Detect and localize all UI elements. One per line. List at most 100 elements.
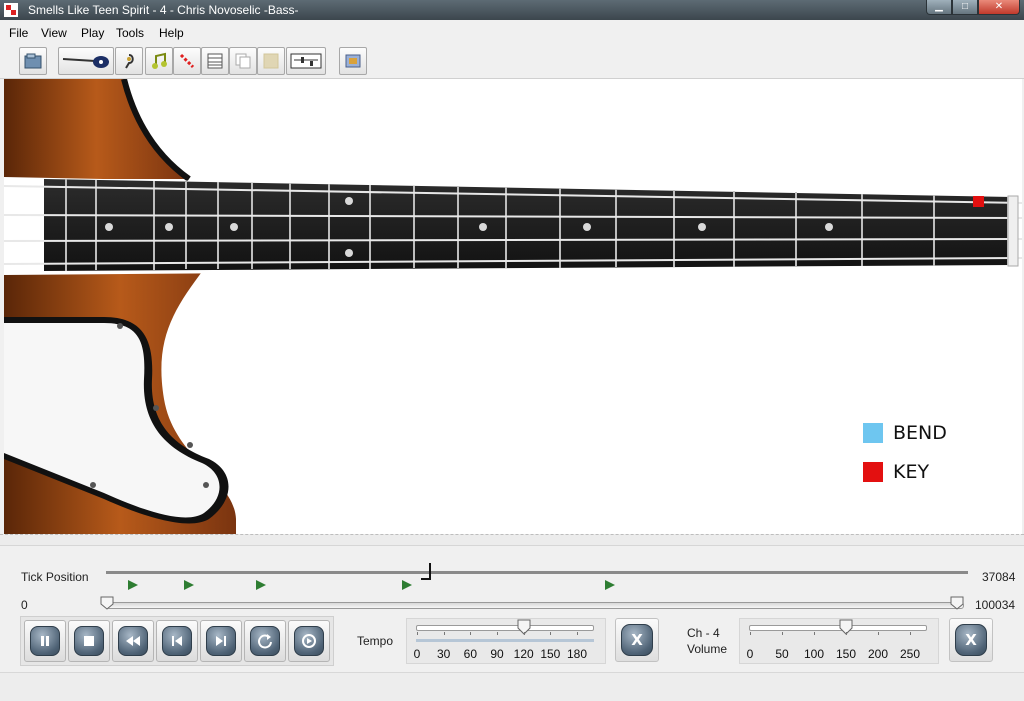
open-icon <box>24 53 42 69</box>
volume-tick-label: 100 <box>803 647 825 661</box>
window-title: Smells Like Teen Spirit - 4 - Chris Novo… <box>28 3 299 17</box>
tempo-slider[interactable]: 0 30 60 90 120 150 180 <box>406 618 606 664</box>
menu-play[interactable]: Play <box>81 26 104 40</box>
bend-label: BEND <box>893 422 947 444</box>
position-range-end-thumb[interactable] <box>950 596 964 610</box>
key-note-marker <box>973 196 984 207</box>
loop-button[interactable] <box>244 620 286 662</box>
stop-icon <box>84 636 94 646</box>
previous-icon <box>172 636 182 646</box>
menu-bar: File View Play Tools Help <box>0 22 1024 44</box>
position-slider[interactable] <box>106 602 964 609</box>
tempo-tick-mark <box>443 632 445 635</box>
window-controls: ▁ □ ✕ <box>926 0 1020 16</box>
volume-tick-mark <box>846 632 847 635</box>
beat-marker <box>256 580 266 590</box>
tempo-track <box>416 625 594 631</box>
record-icon <box>302 634 316 648</box>
volume-tick-label: 150 <box>835 647 857 661</box>
tempo-tick-mark <box>470 632 472 635</box>
beat-marker <box>128 580 138 590</box>
next-icon <box>216 636 226 646</box>
legend-bend: BEND <box>863 422 947 444</box>
pause-button[interactable] <box>24 620 66 662</box>
tempo-tick-label: 180 <box>566 647 588 661</box>
note-button[interactable] <box>145 47 173 75</box>
menu-view[interactable]: View <box>41 26 67 40</box>
tick-track <box>106 571 968 574</box>
blank-button[interactable] <box>257 47 285 75</box>
menu-file[interactable]: File <box>9 26 28 40</box>
volume-tick-label: 200 <box>867 647 889 661</box>
title-bar: Smells Like Teen Spirit - 4 - Chris Novo… <box>0 0 1024 20</box>
tempo-tick-mark <box>550 632 552 635</box>
settings-button[interactable] <box>339 47 367 75</box>
tempo-tick-label: 30 <box>436 647 451 661</box>
volume-track <box>749 625 927 631</box>
beat-marker <box>605 580 615 590</box>
tempo-tick-mark <box>577 632 578 635</box>
position-range-start-thumb[interactable] <box>100 596 114 610</box>
menu-tools[interactable]: Tools <box>116 26 144 40</box>
volume-tick-label: 250 <box>899 647 921 661</box>
key-label: KEY <box>893 461 930 483</box>
volume-tick-mark <box>878 632 879 635</box>
minimize-button[interactable]: ▁ <box>926 0 952 15</box>
blank-icon <box>263 53 279 69</box>
tuning-button[interactable] <box>115 47 143 75</box>
volume-tick-label: 50 <box>775 647 789 661</box>
volume-tick-mark <box>750 632 751 635</box>
splitter[interactable] <box>0 534 1024 546</box>
open-button[interactable] <box>19 47 47 75</box>
close-button[interactable]: ✕ <box>978 0 1020 15</box>
instrument-button[interactable] <box>58 47 114 75</box>
record-button[interactable] <box>288 620 330 662</box>
tick-value: 37084 <box>982 570 1016 584</box>
note-icon <box>152 52 167 69</box>
toolbar <box>0 44 1024 79</box>
volume-tick-mark <box>782 632 783 635</box>
tempo-tick-label: 90 <box>490 647 504 661</box>
grid-icon <box>207 53 223 69</box>
volume-reset-label: X <box>955 624 987 656</box>
menu-help[interactable]: Help <box>159 26 184 40</box>
tempo-tick-label: 0 <box>413 647 421 661</box>
volume-tick-mark <box>814 632 815 635</box>
bass-guitar-icon <box>62 56 109 68</box>
tempo-reset-label: X <box>621 624 653 656</box>
tempo-tick-mark <box>417 632 418 635</box>
piano-roll-button[interactable] <box>173 47 201 75</box>
loop-icon <box>258 634 272 649</box>
volume-slider[interactable]: 0 50 100 150 200 250 <box>739 618 939 664</box>
copy-button[interactable] <box>229 47 257 75</box>
tempo-tick-label: 150 <box>540 647 561 661</box>
mixer-button[interactable] <box>286 47 326 75</box>
piano-roll-icon <box>179 53 195 69</box>
tick-position-label: Tick Position <box>21 570 89 584</box>
key-swatch <box>863 462 883 482</box>
position-end: 100034 <box>975 598 1016 612</box>
pause-icon <box>41 636 49 646</box>
tempo-tick-mark <box>523 632 525 635</box>
tick-cursor <box>421 563 431 580</box>
volume-tick-label: 0 <box>746 647 754 661</box>
beat-marker <box>184 580 194 590</box>
grid-button[interactable] <box>201 47 229 75</box>
tempo-scale-bar <box>416 639 594 642</box>
tempo-reset-button[interactable]: X <box>615 618 659 662</box>
next-button[interactable] <box>200 620 242 662</box>
position-start: 0 <box>21 598 28 612</box>
stop-button[interactable] <box>68 620 110 662</box>
rewind-icon <box>126 636 140 646</box>
settings-icon <box>345 54 361 68</box>
volume-reset-button[interactable]: X <box>949 618 993 662</box>
previous-button[interactable] <box>156 620 198 662</box>
tuning-icon <box>125 54 134 69</box>
tempo-tick-label: 120 <box>513 647 534 661</box>
volume-label: Volume <box>687 642 728 656</box>
rewind-button[interactable] <box>112 620 154 662</box>
status-strip <box>0 672 1024 701</box>
app-icon <box>4 3 18 17</box>
maximize-button[interactable]: □ <box>952 0 978 15</box>
fretboard-canvas[interactable]: BEND KEY <box>4 79 1022 534</box>
